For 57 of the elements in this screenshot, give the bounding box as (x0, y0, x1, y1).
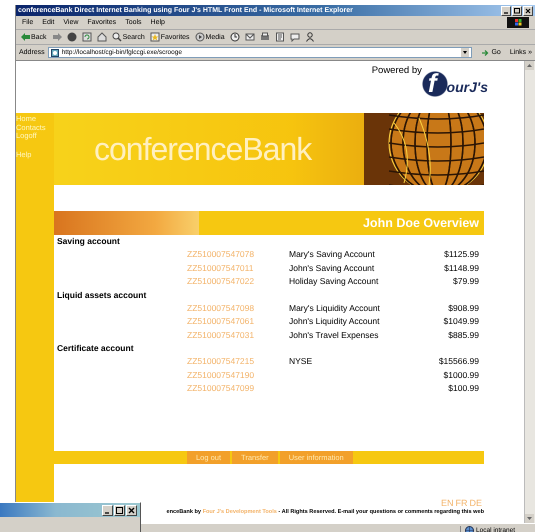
minimize-icon[interactable] (102, 504, 113, 516)
account-number-link[interactable]: ZZ510007547061 (187, 315, 289, 328)
arrow-icon (481, 48, 490, 56)
account-number-link[interactable]: ZZ510007547099 (187, 382, 289, 396)
account-balance: $100.99 (448, 382, 479, 395)
maximize-icon[interactable] (512, 6, 522, 16)
clock-icon[interactable] (230, 32, 240, 42)
account-group-title: Liquid assets account (56, 288, 148, 302)
account-balance: $1049.99 (444, 315, 479, 328)
account-balance: $908.99 (448, 302, 479, 314)
account-group-title: Certificate account (56, 342, 135, 355)
account-balance: $1000.99 (444, 368, 479, 382)
account-name: John's Liquidity Account (289, 315, 380, 328)
account-group-title: Saving account (56, 235, 121, 248)
account-number-link[interactable]: ZZ510007547078 (187, 248, 289, 262)
page-heading: John Doe Overview (362, 216, 479, 230)
account-balance: $79.99 (453, 275, 479, 288)
account-number-link[interactable]: ZZ510007547031 (187, 328, 289, 342)
media-icon (194, 32, 205, 42)
account-number-link[interactable]: ZZ510007547098 (187, 302, 289, 315)
person-icon[interactable] (304, 32, 315, 42)
account-name: Holiday Saving Account (289, 275, 380, 288)
account-name: John's Travel Expenses (289, 328, 380, 342)
language-link[interactable]: FR (455, 498, 468, 508)
envelope-icon[interactable] (244, 32, 255, 42)
maximize-icon[interactable] (114, 504, 125, 516)
dropdown-arrow-icon[interactable] (461, 48, 470, 57)
back-arrow-icon (20, 32, 30, 42)
language-link[interactable]: EN (440, 498, 454, 508)
document-icon[interactable] (274, 32, 285, 42)
close-icon[interactable] (523, 6, 533, 16)
account-balance: $1125.99 (444, 248, 479, 261)
account-balance: $885.99 (448, 328, 479, 342)
search-icon (112, 32, 122, 42)
account-number-link[interactable]: ZZ510007547215 (187, 355, 289, 368)
home-icon[interactable] (96, 32, 107, 42)
account-balance: $1148.99 (444, 262, 479, 274)
account-name: Mary's Saving Account (289, 248, 376, 261)
account-number-link[interactable]: ZZ510007547011 (187, 262, 289, 275)
banner-title: conferenceBank (94, 130, 312, 168)
close-icon[interactable] (126, 504, 137, 516)
language-link[interactable]: DE (469, 498, 482, 508)
printer-icon[interactable] (260, 32, 270, 42)
account-name: Mary's Liquidity Account (289, 302, 381, 315)
account-number-link[interactable]: ZZ510007547190 (187, 368, 289, 382)
star-folder-icon (150, 32, 160, 42)
powered-by-text: Powered by (372, 65, 422, 76)
account-number-link[interactable]: ZZ510007547022 (187, 275, 289, 288)
account-name: John's Saving Account (289, 262, 376, 275)
account-name: NYSE (289, 355, 314, 368)
globe-icon (464, 526, 474, 532)
minimize-icon[interactable] (501, 6, 511, 16)
page-icon (50, 48, 59, 56)
scrollbar[interactable] (524, 61, 535, 523)
refresh-icon[interactable] (82, 32, 92, 42)
speech-bubble-icon[interactable] (290, 32, 300, 42)
account-balance: $15566.99 (438, 355, 479, 368)
